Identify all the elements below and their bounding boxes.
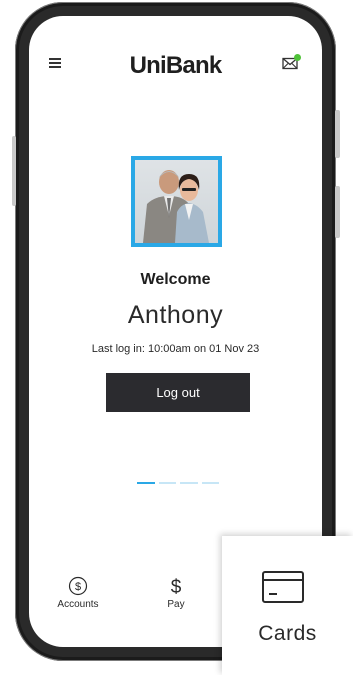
logout-button[interactable]: Log out xyxy=(106,373,250,412)
page-dot-2[interactable] xyxy=(158,482,176,484)
notification-dot xyxy=(294,54,301,61)
user-name: Anthony xyxy=(127,301,224,329)
svg-text:$: $ xyxy=(171,577,182,596)
nav-pay[interactable]: $ Pay xyxy=(146,576,206,610)
nav-accounts[interactable]: $ Accounts xyxy=(47,576,109,610)
phone-side-button-upper xyxy=(335,110,340,158)
svg-text:$: $ xyxy=(75,581,81,593)
page-dot-3[interactable] xyxy=(180,482,198,484)
last-login-text: Last log in: 10:00am on 01 Nov 23 xyxy=(91,343,260,355)
profile-photo xyxy=(135,160,218,243)
nav-accounts-label: Accounts xyxy=(57,599,99,610)
welcome-heading: Welcome xyxy=(140,271,211,288)
page-dot-1[interactable] xyxy=(137,482,155,484)
phone-side-button-left xyxy=(12,136,16,206)
nav-pay-label: Pay xyxy=(167,599,185,610)
brand-logo: UniBank xyxy=(129,52,223,79)
envelope-icon[interactable] xyxy=(282,54,301,71)
cards-nav-tile[interactable]: Cards xyxy=(222,536,353,675)
credit-card-icon xyxy=(262,571,304,603)
profile-photo-frame xyxy=(131,156,222,247)
page-dot-4[interactable] xyxy=(201,482,219,484)
dollar-sign-icon: $ xyxy=(171,577,182,596)
phone-side-button-lower xyxy=(335,186,340,238)
cards-label: Cards xyxy=(258,622,317,645)
page-indicator xyxy=(137,482,219,484)
dollar-circle-icon: $ xyxy=(68,576,88,596)
